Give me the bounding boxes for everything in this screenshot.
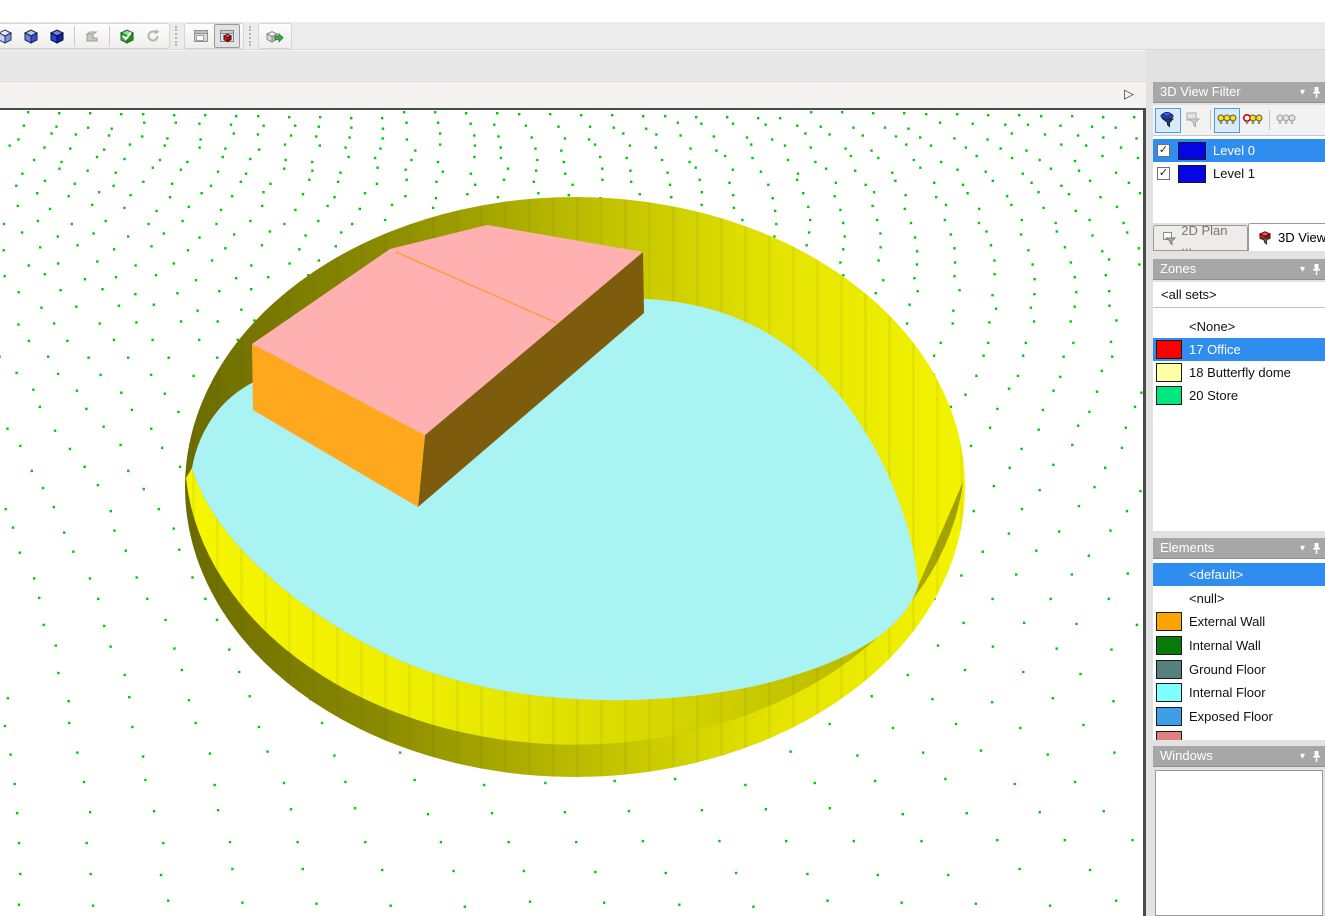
- dock-tabs: 2D Plan ... 3D View: [1153, 223, 1325, 253]
- zone-set-filter[interactable]: <all sets>: [1153, 282, 1325, 308]
- tab-2d-plan[interactable]: 2D Plan ...: [1153, 223, 1248, 253]
- pin-icon[interactable]: [1312, 86, 1321, 99]
- level-label: Level 0: [1213, 143, 1255, 158]
- level-color-swatch: [1178, 141, 1206, 160]
- view-filter-panel-header: 3D View Filter ▾: [1153, 82, 1325, 103]
- tab-scroll-arrow-icon[interactable]: ▷: [1124, 86, 1134, 102]
- pin-icon[interactable]: [1312, 542, 1321, 555]
- element-row-internal-floor[interactable]: Internal Floor: [1153, 681, 1325, 704]
- windows-list[interactable]: [1155, 770, 1323, 916]
- zone-row-none[interactable]: <None>: [1153, 315, 1325, 338]
- element-color-swatch: [1156, 683, 1182, 702]
- toolbar-separator: [109, 25, 110, 46]
- 2d-plan-icon: [1163, 231, 1177, 246]
- elements-panel-header: Elements ▾: [1153, 538, 1325, 559]
- level-row-1[interactable]: ✓ Level 1: [1153, 162, 1325, 185]
- panel-dropdown-icon[interactable]: ▾: [1300, 260, 1305, 280]
- zone-color-swatch: [1156, 340, 1182, 359]
- element-color-swatch: [1156, 636, 1182, 655]
- 3d-viewport[interactable]: [0, 108, 1146, 916]
- element-color-swatch: [1156, 731, 1182, 740]
- main-toolbar: [0, 22, 1325, 50]
- level-checkbox[interactable]: ✓: [1157, 144, 1170, 157]
- extrude-block-icon[interactable]: [79, 24, 105, 48]
- right-dock: 3D View Filter ▾ ✓ Level 0 ✓ Level 1 2D …: [1146, 50, 1325, 916]
- zones-list: <None> 17 Office 18 Butterfly dome 20 St…: [1153, 308, 1325, 531]
- toolbar-separator: [1210, 110, 1211, 130]
- element-row-internal-wall[interactable]: Internal Wall: [1153, 634, 1325, 657]
- element-color-swatch: [1156, 707, 1182, 726]
- window-title-strip: [0, 0, 1325, 22]
- zone-row-store[interactable]: 20 Store: [1153, 384, 1325, 407]
- panel-dropdown-icon[interactable]: ▾: [1300, 83, 1305, 103]
- toolbar-dotted-separator: [175, 25, 179, 46]
- zone-filter-icon[interactable]: [1181, 108, 1207, 133]
- windows-panel-header: Windows ▾: [1153, 746, 1325, 767]
- 3d-view-icon: [1258, 231, 1272, 245]
- zones-panel-header: Zones ▾: [1153, 259, 1325, 280]
- element-row-external-wall[interactable]: External Wall: [1153, 610, 1325, 633]
- zone-row-office[interactable]: 17 Office: [1153, 338, 1325, 361]
- tab-3d-view[interactable]: 3D View: [1248, 223, 1325, 251]
- lamps-some-icon[interactable]: [1240, 108, 1266, 133]
- lamps-none-icon[interactable]: [1273, 108, 1299, 133]
- toolbar-dotted-separator: [249, 25, 253, 46]
- level-checkbox[interactable]: ✓: [1157, 167, 1170, 180]
- element-row-default[interactable]: <default>: [1153, 563, 1325, 586]
- refresh-icon[interactable]: [140, 24, 166, 48]
- lamps-all-icon[interactable]: [1214, 107, 1240, 133]
- scene-tabstrip: ▷: [0, 82, 1146, 108]
- level-color-swatch: [1178, 164, 1206, 183]
- validate-cube-icon[interactable]: [114, 24, 140, 48]
- red-cube-panel-icon[interactable]: [214, 23, 240, 48]
- elements-list: <default> <null> External Wall Internal …: [1153, 559, 1325, 740]
- toolbar-separator: [1269, 110, 1270, 130]
- zone-color-swatch: [1156, 386, 1182, 405]
- toolbar-group-view: [0, 22, 170, 49]
- toolbar-group-panels: [184, 22, 244, 49]
- solid-cube-icon[interactable]: [44, 24, 70, 48]
- element-row-partial[interactable]: [1153, 729, 1325, 740]
- windows-title: Windows: [1160, 748, 1213, 763]
- view-filter-title: 3D View Filter: [1160, 84, 1241, 99]
- zone-row-butterfly-dome[interactable]: 18 Butterfly dome: [1153, 361, 1325, 384]
- elements-title: Elements: [1160, 540, 1215, 555]
- level-row-0[interactable]: ✓ Level 0: [1153, 139, 1325, 162]
- element-row-exposed-floor[interactable]: Exposed Floor: [1153, 705, 1325, 728]
- element-row-ground-floor[interactable]: Ground Floor: [1153, 658, 1325, 681]
- element-color-swatch: [1156, 612, 1182, 631]
- pin-icon[interactable]: [1312, 263, 1321, 276]
- toolbar-spacer-strip: [0, 50, 1325, 82]
- level-filter-icon[interactable]: [1155, 107, 1181, 133]
- level-label: Level 1: [1213, 166, 1255, 181]
- toolbar-separator: [74, 25, 75, 46]
- element-row-null[interactable]: <null>: [1153, 587, 1325, 610]
- view-filter-toolbar: [1153, 105, 1325, 136]
- panel-dropdown-icon[interactable]: ▾: [1300, 539, 1305, 559]
- element-color-swatch: [1156, 660, 1182, 679]
- zone-color-swatch: [1156, 363, 1182, 382]
- panel-dropdown-icon[interactable]: ▾: [1300, 747, 1305, 767]
- level-list: ✓ Level 0 ✓ Level 1: [1153, 136, 1325, 223]
- shaded-cube-icon[interactable]: [18, 24, 44, 48]
- window-panel-icon[interactable]: [188, 24, 214, 48]
- pin-icon[interactable]: [1312, 750, 1321, 763]
- export-model-icon[interactable]: [262, 24, 288, 48]
- 3d-scene[interactable]: [0, 110, 1143, 916]
- toolbar-group-export: [258, 22, 292, 49]
- wireframe-cube-icon[interactable]: [0, 24, 18, 48]
- zones-title: Zones: [1160, 261, 1197, 276]
